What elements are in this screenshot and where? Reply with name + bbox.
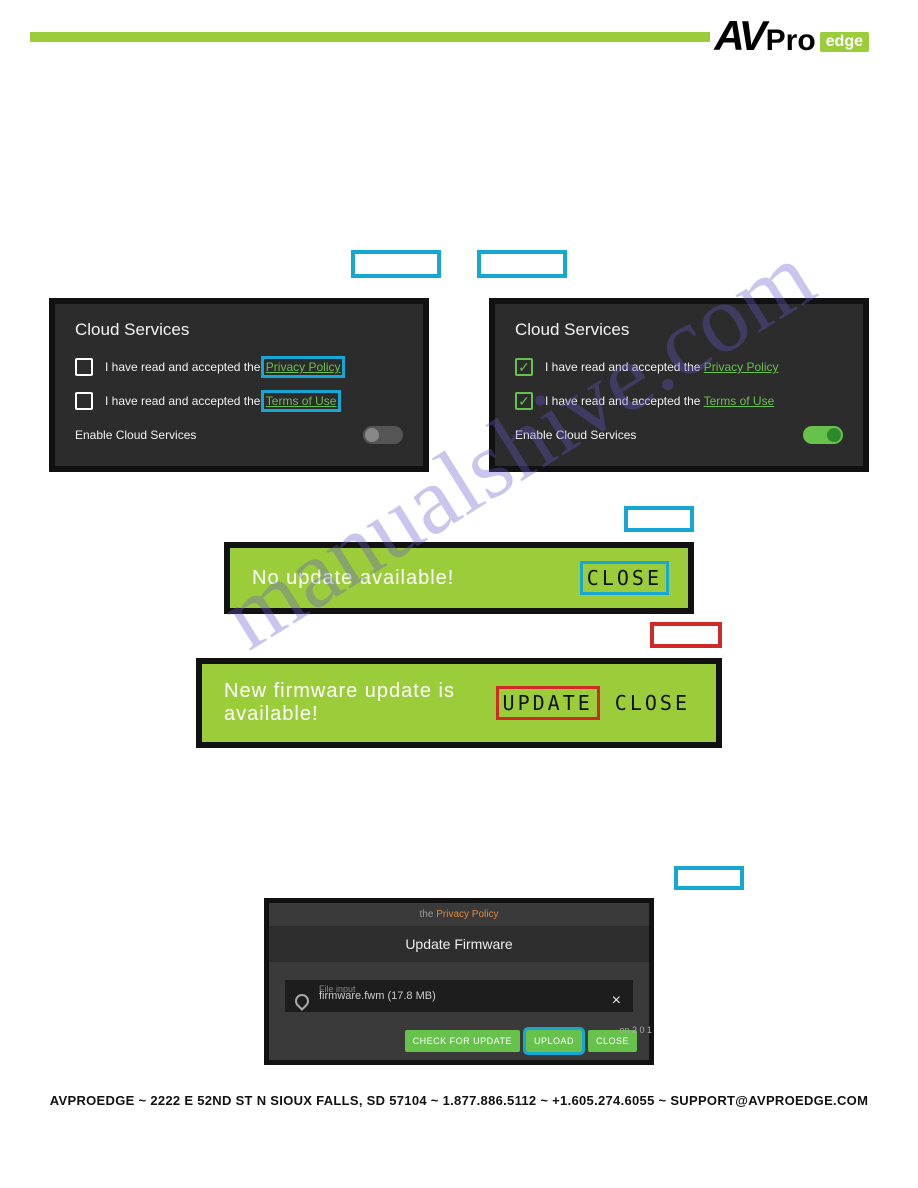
highlight-box-red (650, 622, 722, 648)
banner2-block: New firmware update is available! UPDATE… (196, 658, 722, 748)
highlight-box (674, 866, 744, 890)
brand-logo: AV Pro edge (710, 12, 873, 60)
file-input[interactable]: File input firmware.fwm (17.8 MB) × (285, 980, 633, 1012)
paperclip-icon (292, 991, 312, 1011)
dialog-title: Update Firmware (269, 926, 649, 962)
privacy-line: I have read and accepted the Privacy Pol… (75, 358, 403, 376)
terms-line: I have read and accepted the Terms of Us… (75, 392, 403, 410)
line-prefix: I have read and accepted the (545, 360, 700, 374)
firmware-section: the Privacy Policy Update Firmware File … (264, 898, 654, 1065)
terms-line: I have read and accepted the Terms of Us… (515, 392, 843, 410)
enable-row: Enable Cloud Services (515, 426, 843, 444)
no-update-banner: No update available! CLOSE (224, 542, 694, 614)
highlight-box (477, 250, 567, 278)
page-header: AV Pro edge (0, 0, 918, 70)
enable-row: Enable Cloud Services (75, 426, 403, 444)
banner1-msg: No update available! (252, 567, 454, 590)
terms-link[interactable]: Terms of Use (264, 393, 339, 409)
line-prefix: I have read and accepted the (105, 394, 260, 408)
side-numbers: on 2 0 1 (619, 1023, 652, 1037)
enable-label: Enable Cloud Services (515, 428, 636, 442)
file-label: File input (319, 984, 356, 994)
clear-icon[interactable]: × (612, 992, 621, 1010)
line-prefix: I have read and accepted the (105, 360, 260, 374)
page-footer: AVPROEDGE ~ 2222 E 52ND ST N SIOUX FALLS… (0, 1093, 918, 1108)
dialog-hint: the Privacy Policy (269, 903, 649, 926)
update-firmware-dialog: the Privacy Policy Update Firmware File … (264, 898, 654, 1065)
cloud-panel-on: Cloud Services I have read and accepted … (489, 298, 869, 472)
highlight-row-1 (0, 250, 918, 278)
terms-link[interactable]: Terms of Use (704, 394, 775, 408)
line-prefix: I have read and accepted the (545, 394, 700, 408)
new-update-banner: New firmware update is available! UPDATE… (196, 658, 722, 748)
highlight-box (624, 506, 694, 532)
logo-pro: Pro (766, 24, 816, 58)
cloud-services-row: Cloud Services I have read and accepted … (0, 298, 918, 472)
toggle-on[interactable] (803, 426, 843, 444)
panel-title: Cloud Services (515, 320, 843, 340)
checkbox-unchecked[interactable] (75, 392, 93, 410)
close-button[interactable]: CLOSE (583, 564, 666, 592)
enable-label: Enable Cloud Services (75, 428, 196, 442)
checkbox-checked[interactable] (515, 392, 533, 410)
checkbox-checked[interactable] (515, 358, 533, 376)
check-update-button[interactable]: CHECK FOR UPDATE (405, 1030, 520, 1052)
privacy-link[interactable]: Privacy Policy (704, 360, 779, 374)
toggle-off[interactable] (363, 426, 403, 444)
cloud-panel-off: Cloud Services I have read and accepted … (49, 298, 429, 472)
close-button[interactable]: CLOSE (611, 689, 694, 717)
upload-button[interactable]: UPLOAD (526, 1030, 582, 1052)
update-button[interactable]: UPDATE (499, 689, 597, 717)
logo-av: AV (714, 12, 763, 60)
hint-link: Privacy Policy (436, 909, 498, 920)
logo-edge: edge (820, 32, 869, 52)
privacy-link[interactable]: Privacy Policy (264, 359, 343, 375)
dialog-buttons: CHECK FOR UPDATE UPLOAD CLOSE (269, 1030, 649, 1052)
privacy-line: I have read and accepted the Privacy Pol… (515, 358, 843, 376)
checkbox-unchecked[interactable] (75, 358, 93, 376)
hint-pre: the (420, 909, 437, 920)
banner2-msg: New firmware update is available! (224, 680, 499, 726)
banner1-block: No update available! CLOSE (224, 542, 694, 614)
highlight-box (351, 250, 441, 278)
panel-title: Cloud Services (75, 320, 403, 340)
